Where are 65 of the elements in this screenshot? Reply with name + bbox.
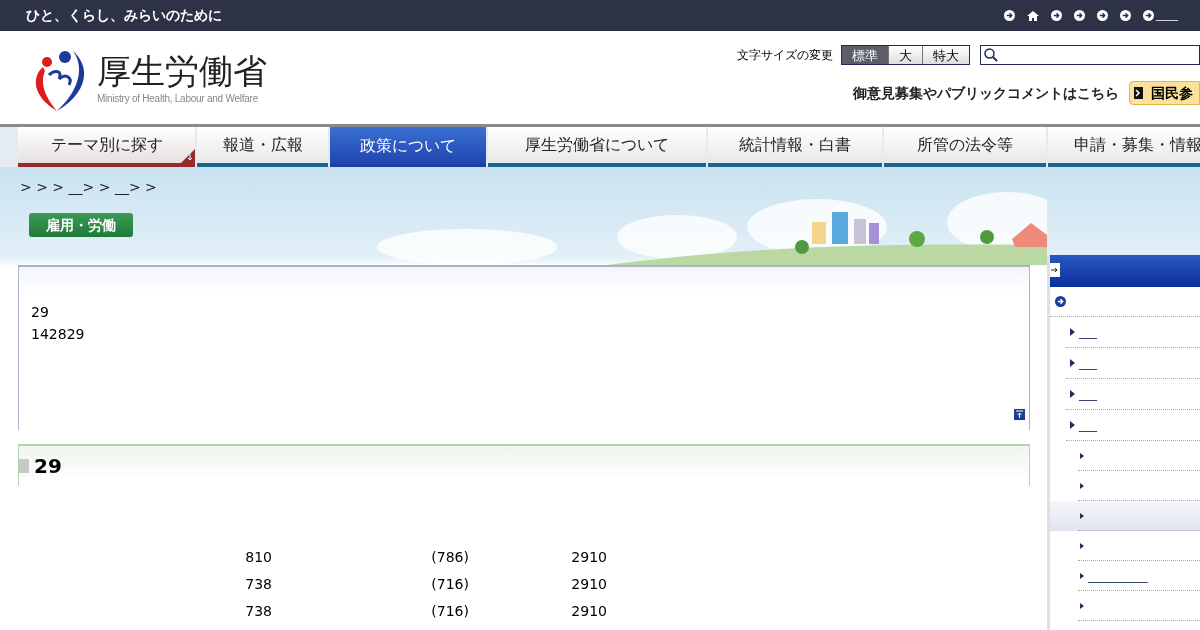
sidebar-item[interactable]: ___ [1066,410,1200,441]
down-arrow-icon [181,149,195,163]
utility-link[interactable] [1097,10,1108,21]
table-cell-text: (786) [430,548,469,567]
triangle-icon [1080,572,1084,579]
nav-tab[interactable]: 厚生労働省について [488,127,706,167]
search-icon [984,48,998,62]
arrow-icon [1134,87,1143,99]
nav-tab[interactable]: 報道・広報 [197,127,328,167]
table-cell-text: 738 [244,602,272,621]
font-size-button[interactable]: 特大 [922,46,969,64]
page-top-icon[interactable] [1014,409,1025,420]
search-field[interactable] [980,45,1200,65]
nav-tab[interactable]: 政策について [330,127,486,167]
arrow-circle-icon [1143,10,1154,21]
logo-title: 厚生労働省 [97,51,267,91]
font-size-button[interactable]: 標準 [842,46,888,64]
font-size-label: 文字サイズの変更 [737,47,833,64]
table-cell-text: 2910 [570,548,607,567]
utility-link[interactable] [1074,10,1085,21]
category-badge: 雇用・労働 [29,213,133,237]
triangle-icon [1080,602,1084,609]
sidebar-item[interactable]: ___ [1066,317,1200,348]
table-cell-text: (716) [430,575,469,594]
table-cell-text: 738 [244,575,272,594]
arrow-circle-icon [1074,10,1085,21]
utility-link[interactable] [1120,10,1131,21]
opinion-link[interactable]: 御意見募集やパブリックコメントはこちら [853,82,1119,104]
logo-subtitle: Ministry of Health, Labour and Welfare [97,92,259,106]
arrow-circle-icon [1004,10,1015,21]
sidebar-subitem[interactable]: __________ [1050,561,1200,591]
arrow-circle-icon [1055,296,1066,307]
font-size-button[interactable]: 大 [888,46,922,64]
triangle-icon [1070,328,1075,336]
arrow-circle-icon [1097,10,1108,21]
arrow-circle-icon [1120,10,1131,21]
utility-link[interactable] [1027,9,1039,22]
intro-text: 29 [31,303,50,322]
triangle-icon [1080,512,1084,519]
sidebar-item[interactable]: ___ [1066,379,1200,410]
theme-menu-button[interactable]: テーマ別に探す [18,127,195,167]
nav-tab[interactable]: 統計情報・白書 [708,127,882,167]
triangle-icon [1070,421,1075,429]
table-cell-text: 810 [244,548,272,567]
intro-text: 142829 [31,325,86,344]
utility-link[interactable] [1004,10,1015,21]
tagline: ひと、くらし、みらいのために [26,6,222,25]
table-cell-text: 2910 [570,602,607,621]
heading-marker-icon [19,459,29,473]
triangle-icon [1070,390,1075,398]
triangle-icon [1080,542,1084,549]
participation-button[interactable]: 国民参 [1129,81,1200,105]
section-heading: 29 [34,453,62,480]
triangle-icon [1080,482,1084,489]
nav-tab[interactable]: 所管の法令等 [884,127,1046,167]
sidebar-item[interactable]: ___ [1066,348,1200,379]
triangle-icon [1080,452,1084,459]
utility-link[interactable]: ____ [1143,7,1178,24]
triangle-icon [1070,359,1075,367]
arrow-circle-icon [1051,10,1062,21]
home-icon [1027,9,1039,22]
utility-link[interactable] [1051,10,1062,21]
table-cell-text: (716) [430,602,469,621]
table-cell-text: 2910 [570,575,607,594]
breadcrumb: > > > __> > __> > [20,179,157,195]
